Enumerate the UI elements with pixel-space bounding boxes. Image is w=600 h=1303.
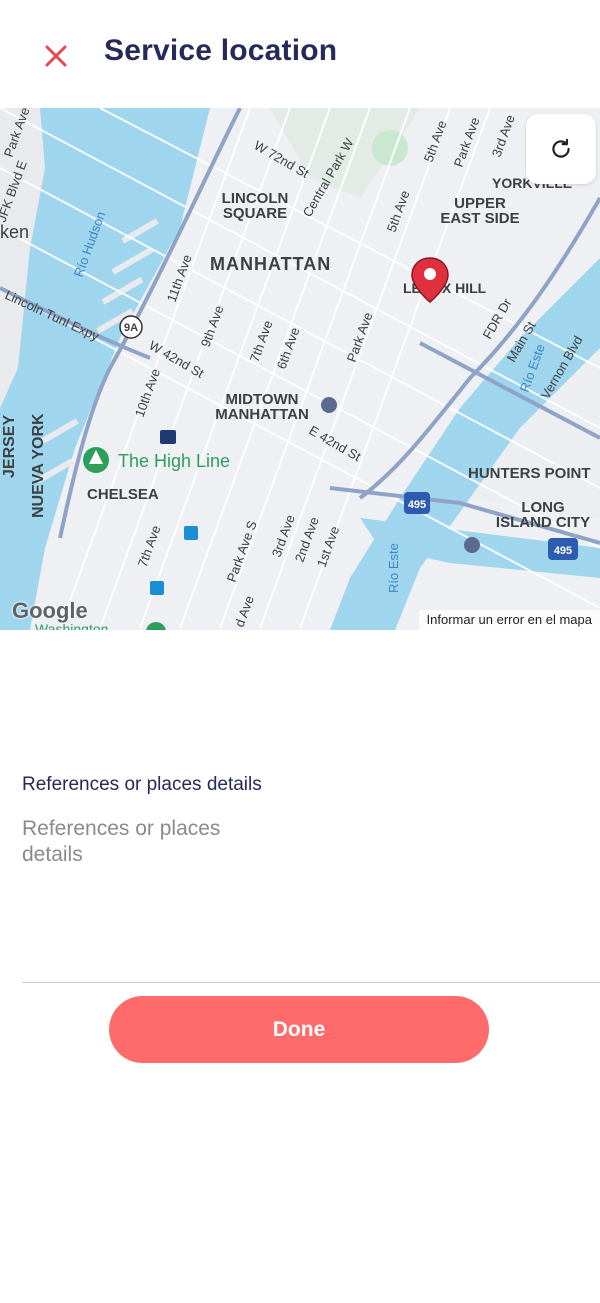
header: Service location: [0, 0, 600, 108]
details-input[interactable]: [22, 816, 282, 966]
label-rio-este-2: Río Este: [386, 543, 401, 593]
close-button[interactable]: [36, 36, 76, 76]
label-i495-1: 495: [408, 499, 426, 511]
refresh-button[interactable]: [526, 114, 596, 184]
refresh-icon: [552, 138, 570, 158]
label-route-9a: 9A: [124, 322, 138, 334]
label-hoboken-partial: ken: [0, 222, 29, 242]
close-icon: [45, 45, 67, 67]
label-i495-2: 495: [554, 545, 572, 557]
map-canvas[interactable]: LINCOLN SQUARE MANHATTAN UPPER EAST SIDE…: [0, 108, 600, 630]
label-jersey: JERSEY: [1, 415, 18, 478]
label-nueva-york: NUEVA YORK: [30, 413, 47, 518]
label-lincoln-square-2: SQUARE: [223, 205, 287, 222]
label-upper-east-side-2: EAST SIDE: [440, 210, 519, 227]
label-high-line: The High Line: [118, 451, 230, 471]
page-title: Service location: [104, 34, 338, 67]
label-chelsea: CHELSEA: [87, 486, 159, 503]
label-midtown-2: MANHATTAN: [215, 406, 309, 423]
report-map-error-link[interactable]: Informar un error en el mapa: [418, 610, 600, 630]
field-underline: [22, 982, 600, 983]
label-hunters-point: HUNTERS POINT: [468, 465, 591, 482]
done-button[interactable]: Done: [109, 996, 489, 1063]
details-field-label: References or places details: [22, 774, 262, 795]
map-view[interactable]: LINCOLN SQUARE MANHATTAN UPPER EAST SIDE…: [0, 108, 600, 630]
label-manhattan: MANHATTAN: [210, 254, 331, 274]
google-logo: Google: [12, 598, 88, 623]
label-long-island-2: ISLAND CITY: [496, 514, 590, 531]
